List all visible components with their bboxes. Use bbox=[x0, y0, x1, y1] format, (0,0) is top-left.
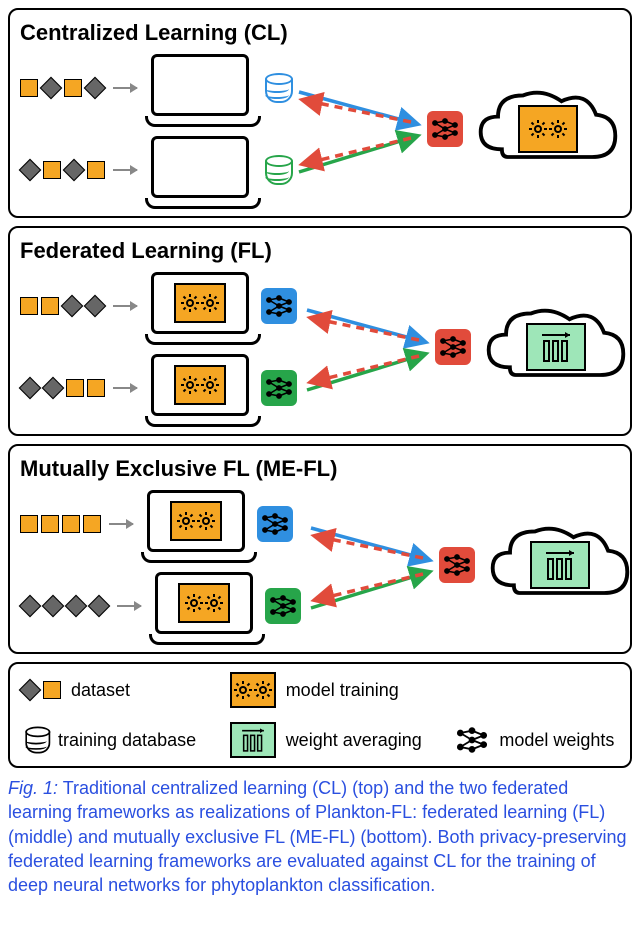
laptop-icon bbox=[149, 572, 259, 640]
connector-area bbox=[301, 272, 431, 422]
legend-item-training-database: training database bbox=[20, 725, 202, 755]
model-training-icon bbox=[518, 105, 578, 153]
weight-averaging-icon bbox=[526, 323, 586, 371]
network-icon bbox=[261, 370, 297, 406]
model-training-icon bbox=[174, 365, 226, 405]
dataset-icon bbox=[20, 596, 109, 616]
panel-mefl: Mutually Exclusive FL (ME-FL) bbox=[8, 444, 632, 654]
figure-caption: Fig. 1: Traditional centralized learning… bbox=[8, 776, 632, 897]
dataset-icon bbox=[20, 515, 101, 533]
legend-label: model weights bbox=[499, 730, 614, 751]
network-icon bbox=[435, 329, 471, 365]
network-icon bbox=[455, 726, 489, 754]
client-row bbox=[20, 136, 289, 204]
client-row bbox=[20, 354, 297, 422]
legend-item-dataset: dataset bbox=[20, 680, 202, 701]
network-icon bbox=[439, 547, 475, 583]
dataset-icon bbox=[20, 296, 105, 316]
legend-label: weight averaging bbox=[286, 730, 422, 751]
connector-area bbox=[293, 54, 423, 204]
model-training-icon bbox=[230, 672, 276, 708]
client-row bbox=[20, 572, 301, 640]
legend-label: model training bbox=[286, 680, 399, 701]
arrow-icon bbox=[109, 523, 133, 525]
laptop-icon bbox=[145, 54, 255, 122]
network-icon bbox=[265, 588, 301, 624]
network-icon bbox=[257, 506, 293, 542]
database-icon bbox=[265, 155, 289, 185]
arrow-icon bbox=[113, 169, 137, 171]
dataset-icon bbox=[20, 78, 105, 98]
laptop-icon bbox=[145, 354, 255, 422]
legend-item-model-weights: model weights bbox=[455, 726, 620, 754]
model-training-icon bbox=[178, 583, 230, 623]
panel-title-mefl: Mutually Exclusive FL (ME-FL) bbox=[20, 456, 620, 482]
model-training-icon bbox=[170, 501, 222, 541]
caption-fig-label: Fig. 1: bbox=[8, 778, 58, 798]
legend-label: training database bbox=[58, 730, 196, 751]
client-row bbox=[20, 272, 297, 340]
panel-fl: Federated Learning (FL) bbox=[8, 226, 632, 436]
legend-label: dataset bbox=[71, 680, 130, 701]
arrow-icon bbox=[113, 387, 137, 389]
panel-title-cl: Centralized Learning (CL) bbox=[20, 20, 620, 46]
network-icon bbox=[261, 288, 297, 324]
client-row bbox=[20, 490, 301, 558]
weight-averaging-icon bbox=[230, 722, 276, 758]
client-row bbox=[20, 54, 289, 122]
arrow-icon bbox=[113, 87, 137, 89]
legend-item-weight-averaging: weight averaging bbox=[230, 722, 428, 758]
legend-item-model-training: model training bbox=[230, 672, 428, 708]
arrow-icon bbox=[117, 605, 141, 607]
model-training-icon bbox=[174, 283, 226, 323]
cloud-icon bbox=[473, 82, 623, 177]
arrow-icon bbox=[113, 305, 137, 307]
caption-text: Traditional centralized learning (CL) (t… bbox=[8, 778, 627, 895]
weight-averaging-icon bbox=[530, 541, 590, 589]
dataset-icon bbox=[20, 160, 105, 180]
dataset-icon bbox=[20, 378, 105, 398]
laptop-icon bbox=[145, 136, 255, 204]
database-icon bbox=[25, 727, 47, 754]
cloud-icon bbox=[485, 518, 635, 613]
connector-area bbox=[305, 490, 435, 640]
panel-title-fl: Federated Learning (FL) bbox=[20, 238, 620, 264]
database-icon bbox=[265, 73, 289, 103]
network-icon bbox=[427, 111, 463, 147]
cloud-icon bbox=[481, 300, 631, 395]
laptop-icon bbox=[141, 490, 251, 558]
laptop-icon bbox=[145, 272, 255, 340]
panel-cl: Centralized Learning (CL) bbox=[8, 8, 632, 218]
legend: dataset model training training database… bbox=[8, 662, 632, 768]
